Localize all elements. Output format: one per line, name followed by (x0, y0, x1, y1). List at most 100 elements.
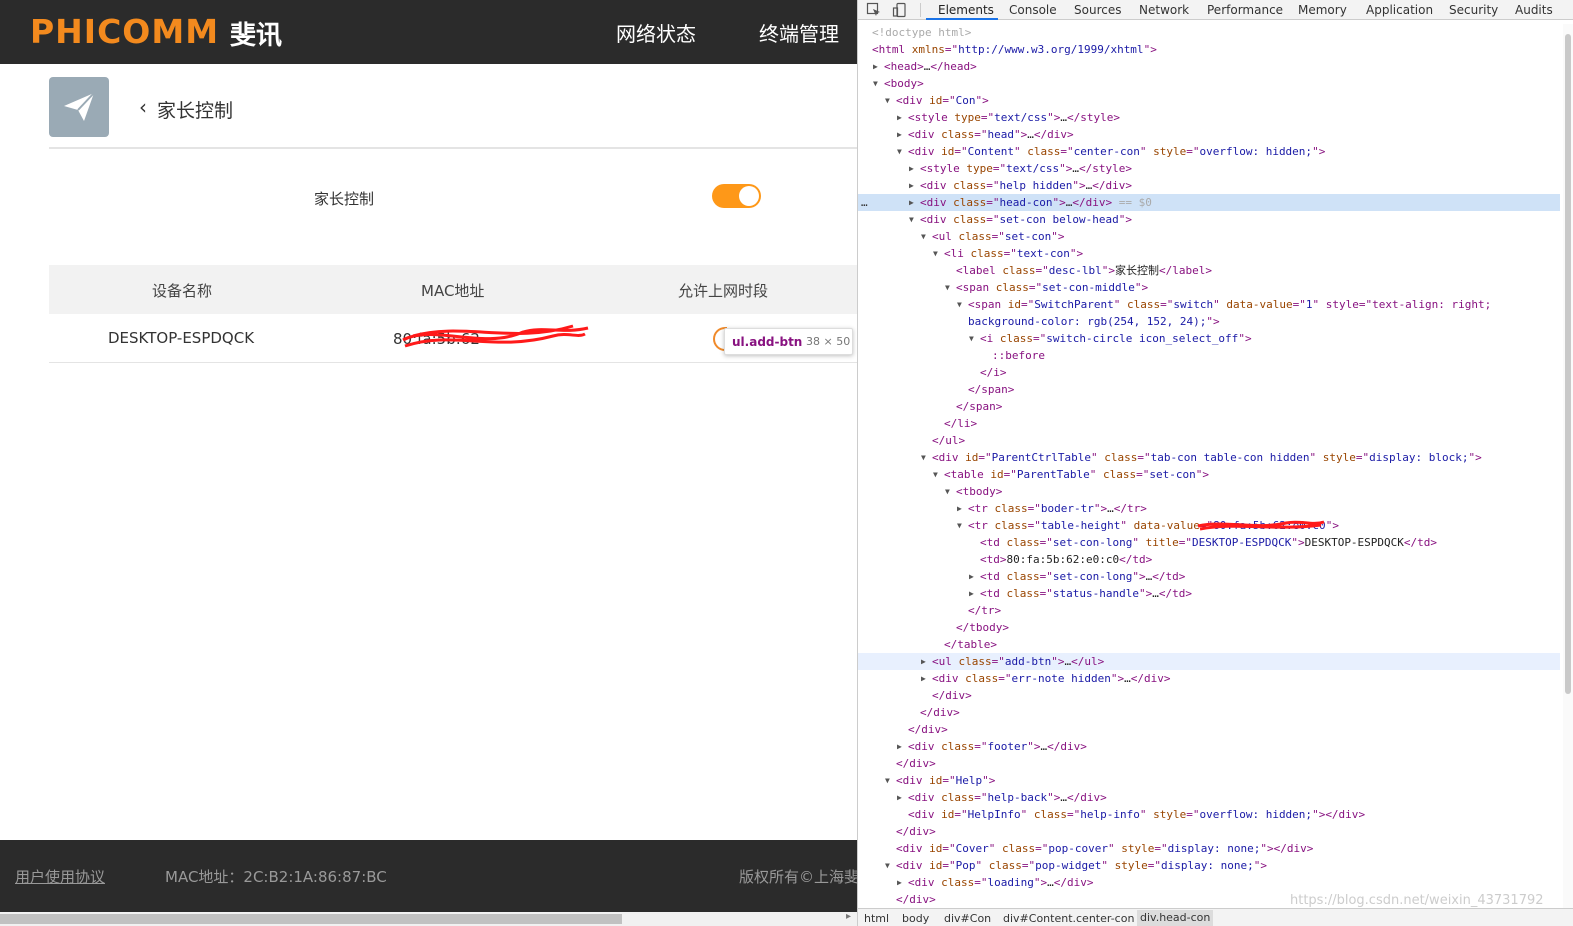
dom-node-line[interactable]: ▼ <span class="set-con-middle"> (858, 279, 1560, 296)
dom-node-line[interactable]: ▼ <div id="Help"> (858, 772, 1560, 789)
dom-node-line[interactable]: ▼ <span id="SwitchParent" class="switch" … (858, 296, 1560, 313)
dom-tree[interactable]: <!doctype html> <html xmlns="http://www.w… (858, 24, 1560, 908)
dom-node-line[interactable]: <html xmlns="http://www.w3.org/1999/xhtm… (858, 41, 1560, 58)
phicomm-logo[interactable]: PHICOMM (30, 12, 219, 51)
expand-toggle-icon[interactable]: ▶ (969, 585, 974, 602)
dom-node-line[interactable]: ▼ <tbody> (858, 483, 1560, 500)
expand-toggle-icon[interactable]: ▼ (885, 772, 890, 789)
scroll-thumb[interactable] (1565, 34, 1571, 694)
dom-node-line[interactable]: ▶ <tr class="boder-tr">…</tr> (858, 500, 1560, 517)
expand-toggle-icon[interactable]: ▼ (885, 857, 890, 874)
dom-node-line[interactable]: </i> (858, 364, 1560, 381)
expand-toggle-icon[interactable]: ▼ (957, 517, 962, 534)
expand-toggle-icon[interactable]: ▶ (957, 500, 962, 517)
tab-application[interactable]: Application (1366, 3, 1433, 17)
dom-node-line[interactable]: ▶ <style type="text/css">…</style> (858, 109, 1560, 126)
dom-node-line[interactable]: </tr> (858, 602, 1560, 619)
node-menu-icon[interactable]: … (861, 194, 875, 211)
breadcrumb-scroll-icon[interactable]: ▸ (846, 911, 851, 922)
back-chevron-icon[interactable]: ‹ (139, 95, 147, 119)
dom-node-line[interactable]: ▼ <div id="ParentCtrlTable" class="tab-co… (858, 449, 1560, 466)
expand-toggle-icon[interactable]: ▶ (969, 568, 974, 585)
expand-toggle-icon[interactable]: ▶ (921, 653, 926, 670)
dom-node-line[interactable]: ▶ <td class="status-handle">…</td> (858, 585, 1560, 602)
expand-toggle-icon[interactable]: ▼ (921, 228, 926, 245)
dom-node-line[interactable]: </div> (858, 823, 1560, 840)
dom-node-line[interactable]: ▶ <div class="footer">…</div> (858, 738, 1560, 755)
dom-node-line[interactable]: </span> (858, 398, 1560, 415)
dom-node-line[interactable]: ▼ <i class="switch-circle icon_select_off… (858, 330, 1560, 347)
tab-performance[interactable]: Performance (1207, 3, 1283, 17)
parental-control-switch[interactable] (712, 184, 761, 208)
dom-node-line[interactable]: background-color: rgb(254, 152, 24);"> (858, 313, 1560, 330)
nav-network-status[interactable]: 网络状态 (616, 18, 696, 47)
expand-toggle-icon[interactable]: ▼ (897, 143, 902, 160)
tab-audits[interactable]: Audits (1515, 3, 1553, 17)
expand-toggle-icon[interactable]: ▶ (897, 874, 902, 891)
expand-toggle-icon[interactable]: ▶ (897, 126, 902, 143)
expand-toggle-icon[interactable]: ▶ (873, 58, 878, 75)
expand-toggle-icon[interactable]: ▼ (933, 466, 938, 483)
dom-node-line[interactable]: ▼ <li class="text-con"> (858, 245, 1560, 262)
dom-node-line[interactable]: <!doctype html> (858, 24, 1560, 41)
dom-node-line[interactable]: </div> (858, 687, 1560, 704)
dom-node-line[interactable]: ▼ <div id="Pop" class="pop-widget" style=… (858, 857, 1560, 874)
expand-toggle-icon[interactable]: ▶ (897, 738, 902, 755)
dom-node-line[interactable]: ▶ <div class="help hidden">…</div> (858, 177, 1560, 194)
tab-console[interactable]: Console (1009, 3, 1057, 17)
crumb-head-con[interactable]: div.head-con (1137, 910, 1214, 926)
crumb-body[interactable]: body (902, 912, 929, 925)
inspect-element-icon[interactable] (866, 2, 882, 18)
dom-node-line[interactable]: ▶ <div class="help-back">…</div> (858, 789, 1560, 806)
expand-toggle-icon[interactable]: ▼ (933, 245, 938, 262)
expand-toggle-icon[interactable]: ▶ (921, 670, 926, 687)
dom-node-line[interactable]: ▶ <div class="head-con">…</div> == $0 (858, 194, 1560, 211)
dom-node-line[interactable]: ▼ <body> (858, 75, 1560, 92)
tab-security[interactable]: Security (1449, 3, 1498, 17)
expand-toggle-icon[interactable]: ▼ (945, 279, 950, 296)
dom-node-line[interactable]: </ul> (858, 432, 1560, 449)
dom-node-line[interactable]: ▶ <div class="loading">…</div> (858, 874, 1560, 891)
tab-memory[interactable]: Memory (1298, 3, 1347, 17)
dom-node-line[interactable]: <td>80:fa:5b:62:e0:c0</td> (858, 551, 1560, 568)
expand-toggle-icon[interactable]: ▼ (921, 449, 926, 466)
dom-node-line[interactable]: </div> (858, 755, 1560, 772)
dom-node-line[interactable]: ▶ <head>…</head> (858, 58, 1560, 75)
expand-toggle-icon[interactable]: ▶ (909, 177, 914, 194)
scroll-thumb[interactable] (0, 914, 622, 924)
dom-node-line[interactable]: </li> (858, 415, 1560, 432)
dom-node-line[interactable]: ▼ <ul class="set-con"> (858, 228, 1560, 245)
dom-node-line[interactable]: ▶ <ul class="add-btn">…</ul> (858, 653, 1560, 670)
dom-node-line[interactable]: </table> (858, 636, 1560, 653)
user-agreement-link[interactable]: 用户使用协议 (15, 866, 105, 887)
page-title[interactable]: 家长控制 (157, 96, 233, 123)
dom-node-line[interactable]: <div id="HelpInfo" class="help-info" sty… (858, 806, 1560, 823)
dom-node-line[interactable]: ▼ <div id="Con"> (858, 92, 1560, 109)
tab-sources[interactable]: Sources (1074, 3, 1121, 17)
nav-terminal-management[interactable]: 终端管理 (759, 18, 839, 47)
dom-node-line[interactable]: ▼ <div id="Content" class="center-con" st… (858, 143, 1560, 160)
tab-elements[interactable]: Elements (938, 3, 994, 17)
expand-toggle-icon[interactable]: ▼ (909, 211, 914, 228)
dom-node-line[interactable]: ▼ <div class="set-con below-head"> (858, 211, 1560, 228)
dom-node-line[interactable]: ▶ <div class="head">…</div> (858, 126, 1560, 143)
crumb-html[interactable]: html (864, 912, 889, 925)
dom-vertical-scrollbar[interactable] (1563, 24, 1573, 908)
dom-node-line[interactable]: <div id="Cover" class="pop-cover" style=… (858, 840, 1560, 857)
tab-network[interactable]: Network (1139, 3, 1189, 17)
expand-toggle-icon[interactable]: ▶ (909, 160, 914, 177)
expand-toggle-icon[interactable]: ▶ (909, 194, 914, 211)
expand-toggle-icon[interactable]: ▼ (873, 75, 878, 92)
expand-toggle-icon[interactable]: ▶ (897, 109, 902, 126)
crumb-con[interactable]: div#Con (944, 912, 991, 925)
expand-toggle-icon[interactable]: ▶ (897, 789, 902, 806)
dom-node-line[interactable]: </div> (858, 721, 1560, 738)
dom-node-line[interactable]: ▶ <style type="text/css">…</style> (858, 160, 1560, 177)
dom-node-line[interactable]: </span> (858, 381, 1560, 398)
dom-node-line[interactable]: ▶ <td class="set-con-long">…</td> (858, 568, 1560, 585)
device-toolbar-icon[interactable] (892, 2, 908, 18)
dom-node-line[interactable]: <label class="desc-lbl">家长控制</label> (858, 262, 1560, 279)
expand-toggle-icon[interactable]: ▼ (969, 330, 974, 347)
dom-node-line[interactable]: ▼ <table id="ParentTable" class="set-con"… (858, 466, 1560, 483)
dom-node-line[interactable]: <td class="set-con-long" title="DESKTOP-… (858, 534, 1560, 551)
